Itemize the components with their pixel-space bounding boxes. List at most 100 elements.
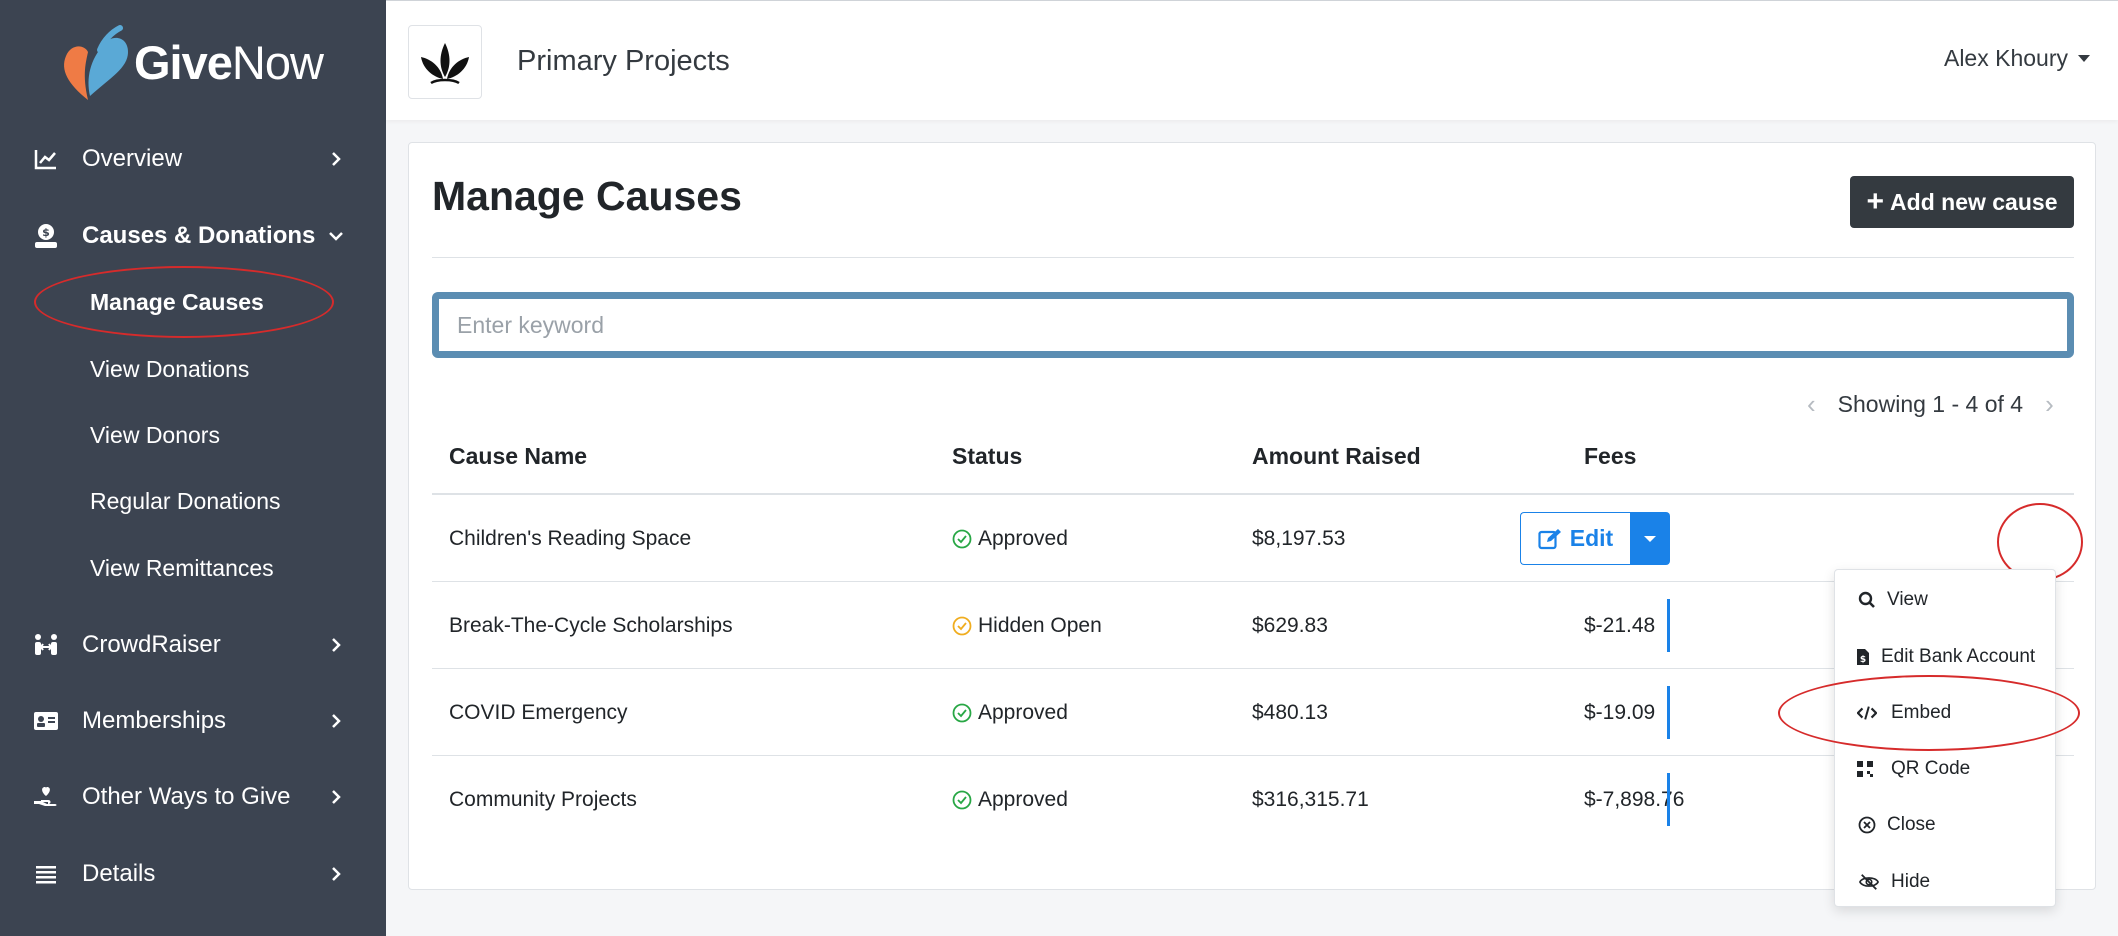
- user-name: Alex Khoury: [1943, 45, 2068, 71]
- row-actions-dropdown-toggle[interactable]: [1667, 599, 1670, 652]
- table-row: Break-The-Cycle Scholarships Hidden Open…: [432, 581, 2074, 668]
- add-new-cause-button[interactable]: + Add new cause: [1850, 176, 2074, 228]
- sidebar-item-label: Other Ways to Give: [82, 783, 291, 810]
- chevron-right-icon: [328, 789, 344, 805]
- sidebar-item-label: Overview: [82, 145, 183, 172]
- status-text: Hidden Open: [978, 613, 1102, 637]
- search-icon: [1857, 590, 1877, 610]
- check-circle-icon: [952, 529, 972, 548]
- fees: $-19.09: [1584, 700, 1656, 724]
- sidebar-item-causes-donations[interactable]: $ Causes & Donations: [0, 208, 386, 264]
- row-actions-dropdown-toggle[interactable]: [1667, 773, 1670, 826]
- plus-icon: +: [1866, 185, 1885, 218]
- divider: [432, 257, 2074, 258]
- menu-item-embed[interactable]: Embed: [1835, 693, 2055, 733]
- check-circle-icon: [952, 790, 972, 809]
- heart-logo-icon: [64, 25, 128, 100]
- table-row: Community Projects Approved $316,315.71 …: [432, 755, 2074, 842]
- amount-raised: $8,197.53: [1252, 526, 1346, 550]
- sidebar-item-label: Causes & Donations: [82, 222, 316, 249]
- edit-icon: [1538, 528, 1561, 549]
- menu-item-label: View: [1887, 589, 1928, 610]
- id-card-icon: [33, 708, 59, 734]
- menu-item-label: Close: [1887, 814, 1936, 835]
- check-circle-icon: [952, 703, 972, 722]
- column-header-amount-raised[interactable]: Amount Raised: [1252, 443, 1421, 470]
- sidebar-subitem-view-remittances[interactable]: View Remittances: [90, 548, 274, 588]
- chevron-down-icon: [328, 228, 344, 244]
- status-text: Approved: [978, 526, 1068, 550]
- close-circle-icon: [1857, 815, 1877, 835]
- menu-item-view[interactable]: View: [1835, 580, 2055, 620]
- cause-name[interactable]: Break-The-Cycle Scholarships: [449, 582, 733, 669]
- status-text: Approved: [978, 787, 1068, 811]
- eye-slash-icon: [1859, 872, 1879, 892]
- sidebar: GiveNow Overview $ Causes & Donations Ma…: [0, 0, 386, 936]
- sidebar-subitem-regular-donations[interactable]: Regular Donations: [90, 481, 281, 521]
- user-menu[interactable]: Alex Khoury: [1944, 45, 2090, 72]
- menu-item-label: QR Code: [1891, 758, 1971, 779]
- people-arrows-icon: [33, 632, 59, 658]
- chevron-right-icon: [328, 713, 344, 729]
- chart-line-icon: [33, 146, 59, 172]
- chevron-left-icon[interactable]: ‹: [1807, 389, 1816, 420]
- caret-down-icon: [2078, 55, 2090, 62]
- chevron-right-icon: [328, 637, 344, 653]
- donate-hand-icon: $: [33, 223, 59, 249]
- status-cell: Approved: [952, 756, 1068, 843]
- chevron-right-icon: [328, 151, 344, 167]
- amount-raised: $629.83: [1252, 613, 1328, 637]
- row-actions-menu: View $ Edit Bank Account Embed QR Code C…: [1834, 569, 2056, 907]
- menu-item-label: Hide: [1891, 871, 1931, 892]
- menu-item-qr-code[interactable]: QR Code: [1835, 749, 2055, 789]
- column-header-cause-name[interactable]: Cause Name: [449, 443, 587, 470]
- sidebar-subitem-manage-causes[interactable]: Manage Causes: [90, 282, 264, 322]
- caret-down-icon: [1644, 535, 1656, 542]
- column-header-fees[interactable]: Fees: [1584, 443, 1636, 470]
- menu-item-close[interactable]: Close: [1835, 805, 2055, 845]
- status-cell: Approved: [952, 669, 1068, 756]
- row-actions-dropdown-toggle[interactable]: [1667, 686, 1670, 739]
- menu-item-label: Edit Bank Account: [1881, 646, 2036, 667]
- add-new-cause-label: Add new cause: [1890, 188, 2058, 215]
- fees: $-21.48: [1584, 613, 1656, 637]
- edit-button[interactable]: Edit: [1520, 512, 1630, 565]
- sidebar-subitem-view-donors[interactable]: View Donors: [90, 415, 220, 455]
- sidebar-item-label: Memberships: [82, 707, 227, 734]
- table-row: Children's Reading Space Approved $8,197…: [432, 493, 2074, 580]
- code-icon: [1857, 703, 1877, 723]
- column-header-status[interactable]: Status: [952, 443, 1022, 470]
- menu-item-hide[interactable]: Hide: [1835, 862, 2055, 902]
- top-bar: Primary Projects Alex Khoury: [386, 0, 2118, 120]
- list-icon: [33, 861, 59, 887]
- sidebar-item-crowdraiser[interactable]: CrowdRaiser: [0, 617, 386, 673]
- sidebar-item-details[interactable]: Details: [0, 846, 386, 902]
- sidebar-item-label: Details: [82, 860, 156, 887]
- qr-code-icon: [1855, 759, 1875, 779]
- status-text: Approved: [978, 700, 1068, 724]
- status-cell: Hidden Open: [952, 582, 1102, 669]
- sidebar-item-overview[interactable]: Overview: [0, 131, 386, 187]
- svg-text:$: $: [1860, 655, 1866, 665]
- pagination: ‹ Showing 1 - 4 of 4 ›: [1807, 386, 2054, 422]
- logo-wordmark: GiveNow: [134, 35, 324, 89]
- chevron-right-icon: [328, 866, 344, 882]
- search-input[interactable]: [439, 299, 2067, 351]
- cause-name[interactable]: Community Projects: [449, 756, 637, 843]
- cause-name[interactable]: Children's Reading Space: [449, 495, 691, 582]
- sidebar-item-other-ways-to-give[interactable]: Other Ways to Give: [0, 769, 386, 825]
- search-field: [432, 292, 2074, 358]
- row-actions-dropdown-toggle[interactable]: [1630, 512, 1670, 565]
- edit-label: Edit: [1569, 525, 1614, 551]
- sidebar-subitem-view-donations[interactable]: View Donations: [90, 349, 249, 389]
- check-circle-icon: [952, 616, 972, 635]
- cause-name[interactable]: COVID Emergency: [449, 669, 628, 756]
- leaf-logo-icon: [421, 43, 469, 85]
- chevron-right-icon[interactable]: ›: [2045, 389, 2054, 420]
- sidebar-item-memberships[interactable]: Memberships: [0, 693, 386, 749]
- page-title: Manage Causes: [432, 173, 742, 219]
- org-logo[interactable]: [408, 25, 482, 99]
- givenow-logo[interactable]: GiveNow: [60, 22, 324, 102]
- org-name: Primary Projects: [517, 45, 730, 77]
- menu-item-edit-bank-account[interactable]: $ Edit Bank Account: [1835, 637, 2055, 677]
